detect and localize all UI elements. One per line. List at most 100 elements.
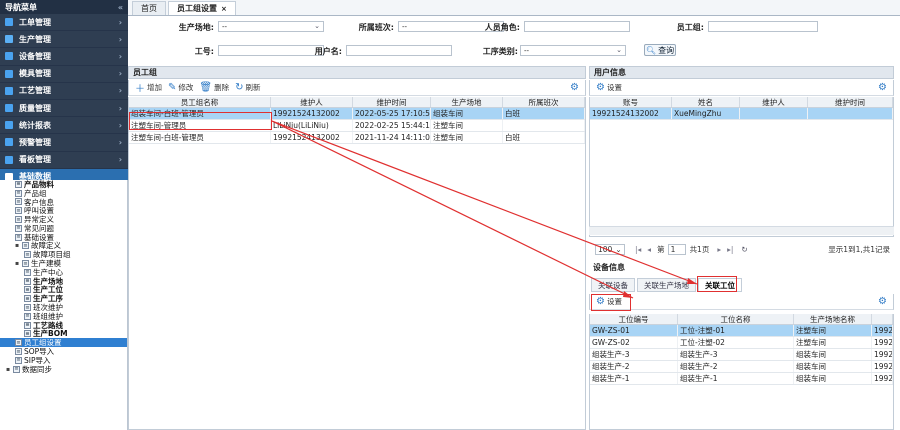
sidebar-item-2[interactable]: 设备管理 ›: [0, 48, 128, 66]
table-row[interactable]: GW-ZS-02 工位-注塑-02 注塑车间 1992: [590, 337, 893, 349]
tree-node[interactable]: ≡ 生产工位: [0, 285, 127, 294]
tree-node[interactable]: ≡ 异常定义: [0, 215, 127, 224]
table-cell: 1992: [874, 337, 893, 348]
column-header[interactable]: 生产场地名称: [794, 314, 872, 324]
tree-node[interactable]: ≡ SIP导入: [0, 356, 127, 365]
tree-node[interactable]: ≡ 故障项目组: [0, 250, 127, 259]
close-icon[interactable]: ×: [221, 5, 227, 13]
chevron-down-icon: ⌄: [615, 244, 622, 254]
sidebar-item-3[interactable]: 模具管理 ›: [0, 66, 128, 83]
table-cell: 19921524132002: [590, 108, 672, 119]
column-header[interactable]: 维护人: [271, 97, 353, 107]
column-header[interactable]: 工位名称: [678, 314, 794, 324]
refresh-button[interactable]: ↻ 刷新: [235, 82, 260, 93]
table-row[interactable]: 组装生产-2 组装生产-2 组装车间 1992: [590, 361, 893, 373]
edit-button[interactable]: ✎ 修改: [168, 82, 193, 93]
device-setting-button[interactable]: ⚙ 设置: [596, 296, 622, 307]
horizontal-scrollbar[interactable]: [589, 226, 894, 235]
tree-node[interactable]: ≡ 员工组设置: [0, 338, 127, 347]
tab-staff-group[interactable]: 员工组设置 ×: [168, 1, 236, 15]
query-button[interactable]: 🔍︎ 查询: [644, 44, 676, 56]
column-header[interactable]: 维护人: [740, 97, 808, 107]
expand-icon[interactable]: ▪: [15, 260, 21, 267]
sidebar-item-6[interactable]: 统计报表 ›: [0, 117, 128, 135]
tree-node[interactable]: ≡ 常见问题: [0, 224, 127, 233]
tab-related-site[interactable]: 关联生产场地: [637, 278, 696, 292]
column-header[interactable]: 员工组名称: [129, 97, 271, 107]
plus-icon: ＋: [135, 84, 145, 95]
page-icon: ≡: [13, 365, 20, 373]
tree-node[interactable]: ▪ ≡ 数据同步: [0, 365, 127, 374]
trash-icon: 🗑︎: [199, 82, 213, 93]
tree-node[interactable]: ≡ SOP导入: [0, 347, 127, 356]
gear-icon[interactable]: ⚙: [878, 296, 887, 307]
grid-header: 工位编号 工位名称 生产场地名称: [590, 314, 893, 325]
tab-home[interactable]: 首页: [132, 1, 166, 15]
chevron-right-icon: ›: [118, 17, 122, 27]
delete-button[interactable]: 🗑︎ 删除: [199, 82, 229, 93]
sidebar-item-5[interactable]: 质量管理 ›: [0, 100, 128, 118]
sidebar-item-7[interactable]: 预警管理 ›: [0, 134, 128, 152]
tree-node[interactable]: ≡ 客户信息: [0, 198, 127, 207]
last-page-icon[interactable]: ▸|: [727, 245, 733, 254]
prev-page-icon[interactable]: ◂: [647, 245, 651, 254]
menu-icon: [5, 18, 13, 27]
table-row[interactable]: 组装生产-3 组装生产-3 组装车间 1992: [590, 349, 893, 361]
column-header[interactable]: 生产场地: [431, 97, 503, 107]
role-input[interactable]: [524, 21, 630, 32]
tree-node[interactable]: ▪ ≡ 生产建模: [0, 259, 127, 268]
page-icon: ≡: [15, 339, 22, 347]
collapse-icon[interactable]: «: [118, 3, 123, 12]
tree-node[interactable]: ≡ 产品组: [0, 189, 127, 198]
tree-node[interactable]: ≡ 生产场地: [0, 277, 127, 286]
tab-related-device[interactable]: 关联设备: [591, 278, 635, 292]
chevron-right-icon: ›: [118, 137, 122, 147]
expand-icon[interactable]: ▪: [6, 366, 12, 373]
group-input[interactable]: [708, 21, 818, 32]
sidebar-item-0[interactable]: 工单管理 ›: [0, 14, 128, 32]
next-page-icon[interactable]: ▸: [717, 245, 721, 254]
column-header[interactable]: 工位编号: [590, 314, 678, 324]
table-row[interactable]: 组装车间-白班-管理员 19921524132002 2022-05-25 17:1…: [129, 108, 585, 120]
proc-select[interactable]: -- ⌄: [520, 45, 626, 56]
page-tabs: 首页 员工组设置 ×: [128, 0, 900, 16]
column-header[interactable]: 维护时间: [808, 97, 893, 107]
column-header[interactable]: 维护时间: [353, 97, 431, 107]
first-page-icon[interactable]: |◂: [635, 245, 641, 254]
sidebar-item-1[interactable]: 生产管理 ›: [0, 31, 128, 49]
tree-node[interactable]: ≡ 班次维护: [0, 303, 127, 312]
gear-icon[interactable]: ⚙: [570, 82, 579, 93]
table-row[interactable]: GW-ZS-01 工位-注塑-01 注塑车间 1992: [590, 325, 893, 337]
add-button[interactable]: ＋增加: [135, 80, 162, 95]
table-row[interactable]: 组装生产-1 组装生产-1 组装车间 1992: [590, 373, 893, 385]
reload-icon[interactable]: ↻: [741, 245, 747, 254]
tree-node[interactable]: ≡ 生产BOM: [0, 329, 127, 338]
menu-icon: [5, 121, 13, 130]
page-input[interactable]: 1: [667, 243, 686, 255]
column-header[interactable]: 所属班次: [503, 97, 585, 107]
page-size-select[interactable]: 100 ⌄: [595, 243, 625, 255]
table-row[interactable]: 19921524132002 XueMingZhu: [590, 108, 893, 120]
column-header[interactable]: [872, 314, 893, 324]
table-row[interactable]: 注塑车间-白班-管理员 19921524132002 2021-11-24 14:1…: [129, 132, 585, 144]
filter-bar: 生产场地: -- ⌄ 所属班次: -- ⌄ 人员角色: 员工组: 工号: 用户名: …: [128, 18, 900, 60]
tree-node[interactable]: ≡ 生产工序: [0, 294, 127, 303]
tree-node[interactable]: ≡ 班组维护: [0, 312, 127, 321]
column-header[interactable]: 账号: [590, 97, 672, 107]
expand-icon[interactable]: ▪: [15, 242, 21, 249]
tree-node[interactable]: ≡ 基础设置: [0, 233, 127, 242]
gear-icon[interactable]: ⚙: [878, 82, 887, 93]
user-setting-button[interactable]: ⚙ 设置: [596, 82, 622, 93]
site-select[interactable]: -- ⌄: [218, 21, 324, 32]
page-icon: ≡: [15, 233, 22, 241]
column-header[interactable]: 姓名: [672, 97, 740, 107]
tab-related-station[interactable]: 关联工位: [698, 278, 742, 292]
tree-node[interactable]: ≡ 生产中心: [0, 268, 127, 277]
tree-node[interactable]: ≡ 呼叫设置: [0, 206, 127, 215]
tree-node[interactable]: ≡ 产品物料: [0, 180, 127, 189]
pager: 100 ⌄ |◂ ◂ 第 1 共1页 ▸ ▸| ↻ 显示1到1,共1记录: [591, 242, 894, 256]
sidebar-item-4[interactable]: 工艺管理 ›: [0, 83, 128, 100]
username-input[interactable]: [346, 45, 452, 56]
table-row[interactable]: 注塑车间-管理员 LiLiNiu(LiLiNiu) 2022-02-25 15:44…: [129, 120, 585, 132]
sidebar-item-8[interactable]: 看板管理 ›: [0, 152, 128, 169]
